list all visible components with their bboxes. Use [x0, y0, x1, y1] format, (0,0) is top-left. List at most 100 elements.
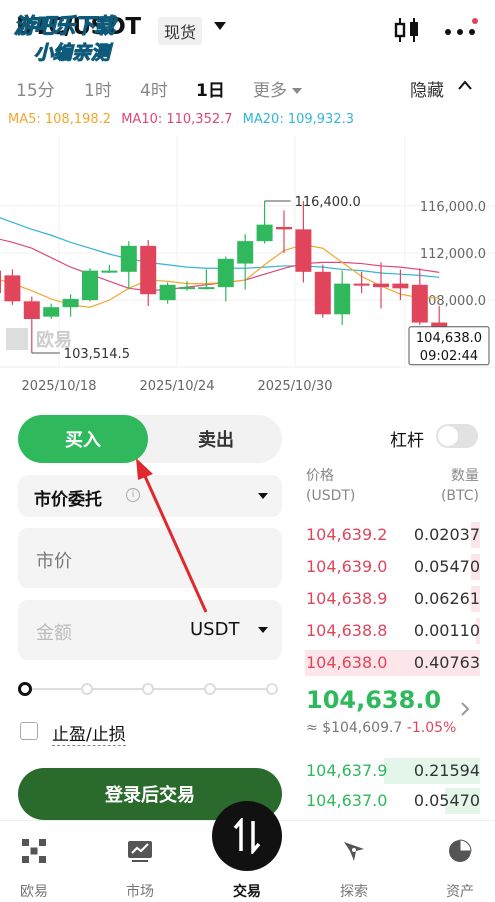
- nav-market[interactable]: 市场: [100, 821, 180, 902]
- candle-body: [159, 284, 176, 301]
- bid-row[interactable]: 104,637.0 0.05470: [305, 788, 495, 814]
- candle-body: [256, 224, 273, 242]
- x-tick-label: 2025/10/18: [22, 379, 97, 394]
- order-type-label: 市价委托: [34, 490, 102, 510]
- sell-tab[interactable]: 卖出: [150, 415, 282, 463]
- trade-button[interactable]: [212, 801, 282, 871]
- watermark-text: 游吧乐下载: [14, 14, 116, 39]
- candle-body: [23, 301, 40, 319]
- nav-label: 欧易: [20, 884, 48, 900]
- market-chart-icon: [128, 841, 152, 862]
- candle-body: [82, 270, 98, 301]
- slider-mark-50[interactable]: [142, 683, 154, 695]
- okx-logo-icon: [22, 839, 46, 863]
- candle-body: [198, 287, 215, 290]
- candle-body: [411, 284, 428, 323]
- ask-row[interactable]: 104,638.8 0.00110: [305, 618, 495, 644]
- candle-body: [295, 229, 312, 272]
- slider-handle[interactable]: [18, 682, 32, 696]
- tpsl-checkbox[interactable]: [20, 722, 38, 740]
- candle-body: [217, 258, 234, 288]
- tab-4h[interactable]: 4时: [140, 76, 168, 101]
- ask-row[interactable]: 104,639.2 0.02037: [305, 522, 495, 548]
- slider-mark-75[interactable]: [204, 683, 216, 695]
- watermark-subtext: 小编亲测: [33, 42, 111, 65]
- header: BTC/USDT 游吧乐下载 小编亲测 现货: [0, 0, 495, 65]
- candlestick-chart-icon[interactable]: [392, 16, 422, 44]
- leverage-toggle[interactable]: [436, 424, 478, 448]
- bid-quantity: 0.21594: [413, 761, 480, 780]
- tab-1h[interactable]: 1时: [84, 76, 112, 101]
- candle-body: [43, 307, 60, 317]
- tpsl-label: 止盈/止损: [52, 720, 126, 746]
- okx-logo-icon: [6, 328, 28, 350]
- low-price-label: 103,514.5: [64, 347, 130, 362]
- candle-body: [314, 271, 331, 315]
- pair-dropdown-icon[interactable]: [214, 22, 226, 30]
- candle-body: [392, 283, 409, 289]
- y-tick-label: 112,000.0: [420, 247, 486, 262]
- buy-tab[interactable]: 买入: [18, 415, 148, 463]
- ask-price: 104,638.9: [306, 589, 388, 608]
- candle-body: [120, 245, 137, 272]
- toggle-knob: [438, 426, 458, 446]
- amount-input[interactable]: 金额 USDT: [18, 600, 282, 660]
- info-icon[interactable]: i: [126, 488, 140, 502]
- ask-quantity: 0.02037: [413, 525, 480, 544]
- price-change: -1.05%: [406, 720, 457, 736]
- candle-body: [353, 283, 370, 286]
- candle-body: [373, 283, 389, 288]
- ask-row[interactable]: 104,639.0 0.05470: [305, 554, 495, 580]
- chevron-right-icon[interactable]: [460, 702, 470, 716]
- hide-chart-button[interactable]: 隐藏: [410, 76, 444, 101]
- price-header-label: 价格: [306, 468, 334, 484]
- candle-body: [0, 270, 1, 294]
- order-type-select[interactable]: 市价委托 i: [18, 475, 282, 517]
- compass-icon: [344, 842, 364, 861]
- slider-mark-100[interactable]: [266, 683, 278, 695]
- nav-okx[interactable]: 欧易: [0, 821, 74, 902]
- ask-quantity: 0.05470: [413, 557, 480, 576]
- y-tick-label: 116,000.0: [420, 200, 486, 215]
- candle-body: [101, 270, 118, 273]
- nav-explore[interactable]: 探索: [314, 821, 394, 902]
- pie-chart-icon: [449, 839, 472, 862]
- bid-price: 104,637.9: [306, 761, 388, 780]
- orderbook-qty-header: 数量 (BTC): [441, 466, 479, 506]
- slider-mark-25[interactable]: [81, 683, 93, 695]
- nav-assets[interactable]: 资产: [420, 821, 495, 902]
- tab-1d[interactable]: 1日: [196, 76, 225, 101]
- ma10-label: MA10: 110,352.7: [121, 112, 233, 127]
- price-placeholder: 市价: [36, 551, 72, 572]
- chevron-down-icon[interactable]: [258, 627, 268, 633]
- nav-label: 资产: [446, 884, 474, 900]
- amount-slider[interactable]: [18, 680, 282, 700]
- candle-body: [4, 275, 21, 302]
- chevron-down-icon: [292, 88, 302, 94]
- ask-row[interactable]: 104,638.9 0.06261: [305, 586, 495, 612]
- timeframe-tabs: 15分 1时 4时 1日 更多 隐藏: [0, 70, 495, 106]
- ma-legend: MA5: 108,198.2 MA10: 110,352.7 MA20: 109…: [8, 112, 360, 127]
- chevron-up-icon[interactable]: [458, 80, 472, 90]
- x-tick-label: 2025/10/30: [258, 379, 333, 394]
- price-input[interactable]: 市价: [18, 528, 282, 588]
- fiat-value: ≈ $104,609.7: [306, 720, 403, 736]
- more-options-icon[interactable]: [442, 18, 478, 42]
- last-price: 104,638.0: [306, 686, 442, 714]
- tab-more[interactable]: 更多: [253, 76, 302, 101]
- swap-arrows-icon: [233, 818, 261, 854]
- tab-15m[interactable]: 15分: [16, 76, 55, 101]
- nav-label: 市场: [126, 884, 154, 900]
- qty-header-unit: (BTC): [440, 488, 479, 504]
- ask-row[interactable]: 104,638.0 0.40763: [305, 650, 495, 676]
- ask-price: 104,639.0: [306, 557, 388, 576]
- bottom-nav: 欧易 市场 交易 探索 资产: [0, 801, 495, 902]
- qty-header-label: 数量: [451, 468, 479, 484]
- bid-row[interactable]: 104,637.9 0.21594: [305, 758, 495, 784]
- candle-body: [140, 245, 157, 295]
- price-header-unit: (USDT): [306, 488, 356, 504]
- price-chart[interactable]: 116,000.0112,000.0108,000.0欧易116,400.010…: [0, 135, 495, 400]
- candle-body: [62, 298, 79, 308]
- nav-trade[interactable]: 交易: [207, 801, 287, 902]
- amount-unit-select[interactable]: USDT: [190, 619, 239, 640]
